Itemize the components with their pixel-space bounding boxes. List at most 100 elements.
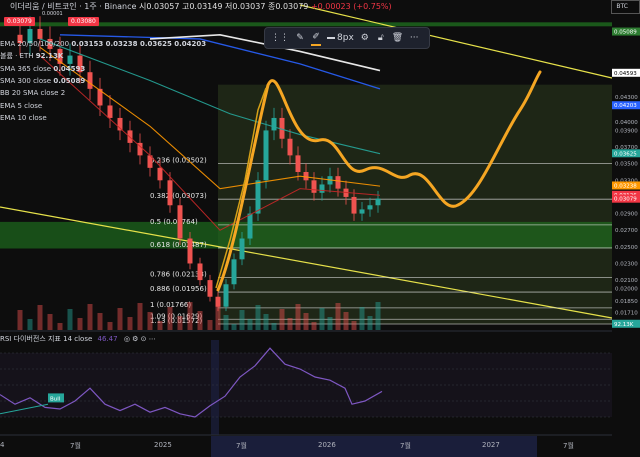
volume-bar xyxy=(231,324,237,330)
time-axis-label: 7월 xyxy=(70,442,81,450)
volume-bar xyxy=(197,311,203,330)
candle-body xyxy=(177,205,183,239)
price-tick: 0.04000 xyxy=(615,120,638,126)
volume-bar xyxy=(247,319,253,330)
indicator-ema-ribbon[interactable]: EMA 20/50/100/200 0.03153 0.03238 0.0362… xyxy=(0,38,206,50)
time-axis-label: 2025 xyxy=(154,441,172,449)
time-axis-label: 7월 xyxy=(400,442,411,450)
volume-bar xyxy=(77,318,83,330)
candle-body xyxy=(215,296,221,307)
candle-body xyxy=(187,238,193,264)
fib-label: 0.5 (0.02764) xyxy=(150,218,198,226)
fib-label: 0.236 (0.03502) xyxy=(150,157,207,165)
volume-bar xyxy=(319,308,325,330)
indicator-sma-365[interactable]: SMA 365 close 0.04593 xyxy=(0,63,85,75)
price-badge-label: 0.03238 xyxy=(614,183,637,189)
indicator-value: 0.04593 xyxy=(53,64,86,73)
price-tick: 0.01710 xyxy=(615,311,638,317)
candle-body xyxy=(197,263,203,281)
sell-price-box[interactable]: 0.03079 xyxy=(4,17,35,26)
candle-body xyxy=(359,209,365,214)
indicator-label: EMA 5 close xyxy=(0,101,43,110)
symbol-label[interactable]: 이더리움 / 비트코인 · 1주 · Binance xyxy=(10,2,136,11)
chart-canvas[interactable]: 0.236 (0.03502) 0.382 (0.03073) 0.5 (0.027… xyxy=(0,0,640,457)
indicator-label: 볼륨 · ETH xyxy=(0,52,36,61)
trash-icon[interactable]: 🗑︎ xyxy=(392,31,403,45)
time-axis-label: 2027 xyxy=(482,441,500,449)
indicator-ema-5[interactable]: EMA 5 close xyxy=(0,100,42,112)
ohlc-values: 시0.03057 고0.03149 저0.03037 종0.03079 xyxy=(139,2,309,11)
pencil-icon[interactable]: ✎ xyxy=(295,31,305,45)
volume-bar xyxy=(351,321,357,330)
indicator-ema-10[interactable]: EMA 10 close xyxy=(0,112,47,124)
drag-handle-icon[interactable]: ⋮⋮ xyxy=(271,31,289,45)
bull-label: Bull xyxy=(50,396,61,402)
time-axis-label: 7월 xyxy=(236,442,247,450)
volume-bar xyxy=(303,313,309,330)
spread-label: 0.00001 xyxy=(42,11,63,17)
volume-bar xyxy=(311,322,317,330)
fib-label: 0.382 (0.03073) xyxy=(150,192,207,200)
volume-bar xyxy=(223,315,229,330)
volume-bar xyxy=(167,307,173,330)
candle-body xyxy=(263,130,269,181)
volume-bar xyxy=(17,310,23,330)
drawing-toolbar: ⋮⋮ ✎ ✐ 8px ⚙ 🔓︎ 🗑︎ ··· xyxy=(264,27,430,49)
candle-body xyxy=(255,180,261,214)
volume-bar xyxy=(127,317,133,330)
fib-label: 0.618 (0.02487) xyxy=(150,241,207,249)
rsi-label[interactable]: RSI 다이버전스 지표 14 close xyxy=(0,335,92,343)
candle-body xyxy=(87,72,93,89)
time-axis-label: 2026 xyxy=(318,441,336,449)
price-badge-label: 0.04203 xyxy=(614,103,637,109)
indicator-value: 0.03153 0.03238 0.03625 0.04203 xyxy=(71,40,207,48)
price-tick: 0.02900 xyxy=(615,212,638,218)
volume-bar xyxy=(107,322,113,330)
volume-bar xyxy=(27,319,33,330)
candle-body xyxy=(157,167,163,181)
line-color-icon[interactable]: ✐ xyxy=(311,30,321,46)
indicator-bb[interactable]: BB 20 SMA close 2 xyxy=(0,87,65,99)
candle-body xyxy=(107,105,113,118)
indicator-volume[interactable]: 볼륨 · ETH 92.13K xyxy=(0,50,63,62)
line-width-button[interactable]: 8px xyxy=(327,31,354,45)
volume-bar xyxy=(263,314,269,330)
price-badge-label: 0.03079 xyxy=(614,197,637,203)
fib-label: 0.886 (0.01956) xyxy=(150,285,207,293)
indicator-label: EMA 10 close xyxy=(0,113,47,122)
volume-bar xyxy=(367,316,373,330)
volume-bar xyxy=(207,320,213,330)
volume-bar xyxy=(37,305,43,330)
candle-body xyxy=(311,180,317,193)
candle-body xyxy=(375,198,381,206)
volume-bar xyxy=(117,308,123,330)
volume-bar xyxy=(187,302,193,330)
volume-bar xyxy=(343,312,349,330)
more-icon[interactable]: ··· xyxy=(409,31,419,45)
buy-price-box[interactable]: 0.03080 xyxy=(68,17,99,26)
eye-icon[interactable]: ◎ ⚙ ⊙ ⋯ xyxy=(124,335,156,343)
settings-icon[interactable]: ⚙ xyxy=(360,31,370,45)
volume-bar xyxy=(47,314,53,330)
change-value: +0.00023 (+0.75%) xyxy=(310,2,392,11)
time-axis-label: 7월 xyxy=(563,442,574,450)
indicator-sma-300[interactable]: SMA 300 close 0.05089 xyxy=(0,75,85,87)
volume-bar xyxy=(157,321,163,330)
volume-bar xyxy=(97,313,103,330)
volume-bar xyxy=(287,318,293,330)
line-width-icon xyxy=(327,37,335,39)
volume-bar xyxy=(359,307,365,330)
lock-icon[interactable]: 🔓︎ xyxy=(376,31,386,45)
volume-bar xyxy=(147,312,153,330)
rsi-value: 46.47 xyxy=(97,335,118,343)
price-tick: 0.02000 xyxy=(615,286,638,292)
price-tick: 0.04300 xyxy=(615,95,638,101)
candle-body xyxy=(287,138,293,156)
candle-body xyxy=(335,176,341,189)
price-tick: 0.01850 xyxy=(615,299,638,305)
candle-body xyxy=(239,238,245,260)
rsi-legend: RSI 다이버전스 지표 14 close 46.47 ◎ ⚙ ⊙ ⋯ xyxy=(0,333,156,345)
candle-body xyxy=(223,284,229,307)
candle-body xyxy=(271,117,277,131)
price-badge-label: 0.05089 xyxy=(614,30,637,36)
